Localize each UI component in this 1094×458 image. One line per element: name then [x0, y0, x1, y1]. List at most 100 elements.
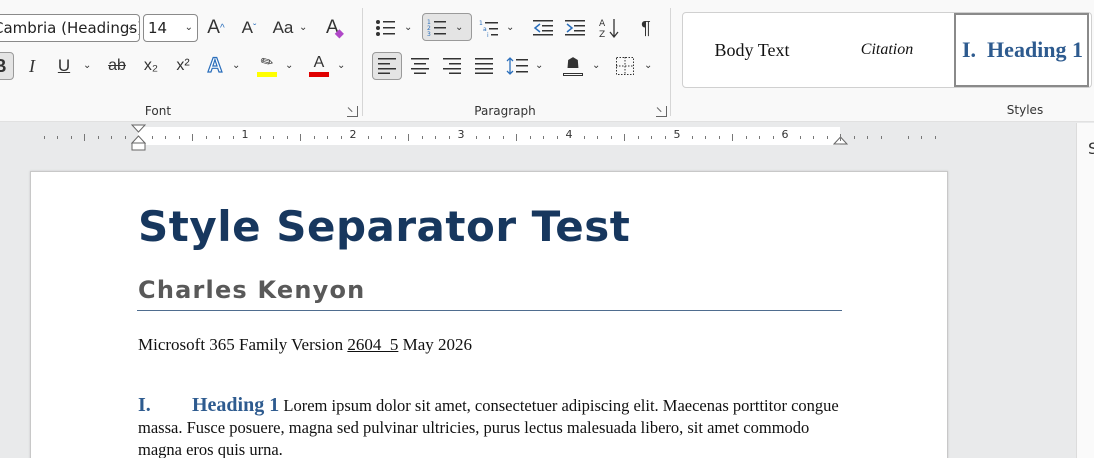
- sort-button[interactable]: AZ: [596, 14, 622, 42]
- bold-button[interactable]: B: [0, 52, 14, 80]
- highlighter-icon: ✎: [257, 51, 277, 74]
- numbering-button[interactable]: 123 ⌄: [422, 13, 472, 41]
- indent-marker-icon[interactable]: [131, 124, 146, 151]
- borders-button[interactable]: [612, 52, 638, 80]
- ruler-tick: [624, 134, 625, 141]
- ruler-tick: [124, 136, 126, 139]
- decrease-indent-button[interactable]: [530, 14, 556, 42]
- strikethrough-button[interactable]: ab: [103, 52, 131, 80]
- ruler-tick: [826, 136, 828, 139]
- grow-font-button[interactable]: A ^: [203, 14, 229, 42]
- font-size-combo[interactable]: 14 ⌄: [143, 14, 198, 42]
- ruler-tick: [300, 134, 301, 141]
- font-group-label: Font: [144, 104, 172, 118]
- pilcrow-icon: ¶: [641, 17, 651, 38]
- horizontal-ruler[interactable]: 1 2 3 4 5 6: [0, 123, 1076, 151]
- ruler-tick: [178, 136, 180, 139]
- ruler-tick: [367, 136, 369, 139]
- font-color-button[interactable]: A: [306, 52, 332, 80]
- italic-button[interactable]: I: [20, 52, 44, 80]
- chevron-down-icon[interactable]: ⌄: [404, 22, 412, 33]
- chevron-down-icon[interactable]: ⌄: [83, 60, 91, 71]
- ruler-tick: [313, 136, 315, 139]
- highlight-button[interactable]: ✎: [254, 52, 280, 80]
- ruler-tick: [651, 136, 652, 139]
- decrease-indent-icon: [533, 20, 553, 36]
- ruler-tick: [907, 136, 909, 139]
- style-body-text[interactable]: Body Text: [689, 13, 815, 87]
- ruler-tick: [111, 136, 112, 139]
- show-formatting-button[interactable]: ¶: [634, 14, 658, 42]
- font-name-combo[interactable]: Cambria (Headings) ⌄: [0, 14, 140, 42]
- ruler-tick: [718, 136, 720, 139]
- side-pane-letter: S: [1088, 139, 1094, 158]
- ruler-tick: [799, 136, 801, 139]
- styles-group-label: Styles: [1006, 103, 1044, 117]
- numbered-list-icon: 123: [427, 19, 446, 36]
- ruler-tick: [880, 136, 882, 139]
- ruler-tick: [813, 136, 814, 139]
- subscript-button[interactable]: x₂: [138, 52, 164, 80]
- text-effects-button[interactable]: A: [202, 52, 228, 80]
- style-heading-1[interactable]: I. Heading 1: [954, 13, 1089, 87]
- increase-indent-button[interactable]: [562, 14, 588, 42]
- chevron-down-icon[interactable]: ⌄: [592, 60, 600, 71]
- font-color-bar: [309, 72, 329, 77]
- chevron-down-icon[interactable]: ⌄: [299, 22, 307, 33]
- document-page[interactable]: Style Separator Test Charles Kenyon Micr…: [30, 171, 948, 458]
- font-size-value: 14: [148, 19, 168, 37]
- style-citation-label: Citation: [860, 41, 914, 58]
- version-line[interactable]: Microsoft 365 Family Version 2604 5 May …: [138, 335, 472, 355]
- shading-button[interactable]: ☗: [560, 52, 586, 80]
- ruler-tick: [84, 134, 85, 141]
- chevron-down-icon[interactable]: ⌄: [506, 22, 514, 33]
- ruler-tick: [421, 136, 423, 139]
- ruler-tick: [192, 134, 193, 141]
- chevron-down-icon[interactable]: ⌄: [337, 60, 345, 71]
- ruler-tick: [259, 136, 261, 139]
- multilevel-list-button[interactable]: 1ai: [476, 14, 502, 42]
- document-title[interactable]: Style Separator Test: [138, 202, 630, 251]
- style-citation[interactable]: Citation: [823, 13, 951, 87]
- version-suffix: May 2026: [398, 335, 473, 354]
- chevron-down-icon[interactable]: ⌄: [535, 60, 543, 71]
- paragraph-dialog-launcher-icon[interactable]: [656, 106, 667, 117]
- align-left-button[interactable]: [372, 52, 402, 80]
- ruler-tick: [489, 136, 490, 139]
- ruler-tick: [448, 136, 450, 139]
- shrink-font-button[interactable]: Aˇ: [236, 14, 262, 42]
- ruler-tick: [705, 136, 706, 139]
- ruler-tick: [637, 136, 639, 139]
- highlight-color-bar: [257, 72, 277, 77]
- font-dialog-launcher-icon[interactable]: [347, 106, 358, 117]
- ruler-number: 6: [781, 128, 789, 141]
- vertical-scrollbar[interactable]: [1076, 123, 1094, 458]
- align-right-button[interactable]: [438, 52, 466, 80]
- paint-bucket-icon: ☗: [566, 55, 580, 72]
- ruler-tick: [408, 134, 409, 141]
- ruler-tick: [664, 136, 666, 139]
- svg-text:Z: Z: [599, 30, 605, 39]
- document-subtitle[interactable]: Charles Kenyon: [138, 276, 365, 304]
- chevron-down-icon[interactable]: ⌄: [644, 60, 652, 71]
- heading-1-paragraph[interactable]: I. Heading 1 Lorem ipsum dolor sit amet, …: [138, 394, 843, 458]
- superscript-icon: x²: [176, 57, 190, 74]
- ruler-tick: [327, 136, 328, 139]
- chevron-down-icon[interactable]: ⌄: [232, 60, 240, 71]
- align-center-button[interactable]: [406, 52, 434, 80]
- clear-formatting-button[interactable]: A ◆: [322, 14, 348, 42]
- ruler-tick: [286, 136, 288, 139]
- bullets-button[interactable]: [372, 14, 398, 42]
- heading-number: I.: [138, 394, 151, 416]
- underline-button[interactable]: U: [52, 52, 76, 80]
- chevron-down-icon[interactable]: ⌄: [285, 60, 293, 71]
- ruler-tick: [759, 136, 760, 139]
- justify-button[interactable]: [470, 52, 498, 80]
- superscript-button[interactable]: x²: [170, 52, 196, 80]
- ruler-tick: [205, 136, 207, 139]
- ruler-tick: [219, 136, 220, 139]
- font-color-icon: A: [313, 54, 325, 71]
- line-spacing-button[interactable]: [504, 52, 530, 80]
- underline-icon: U: [57, 56, 71, 75]
- change-case-button[interactable]: Aa: [270, 14, 296, 42]
